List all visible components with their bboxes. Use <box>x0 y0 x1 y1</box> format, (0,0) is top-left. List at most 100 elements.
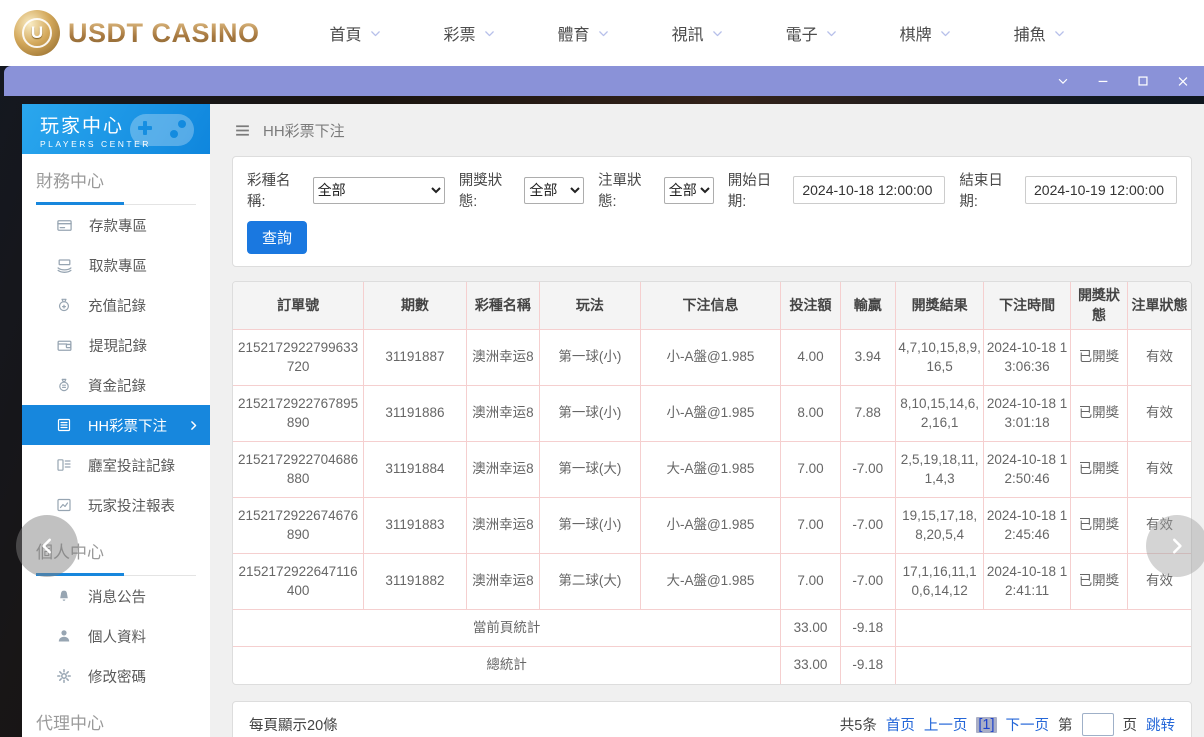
start-date-input[interactable] <box>793 176 946 204</box>
table-header-row: 訂單號 期數 彩種名稱 玩法 下注信息 投注額 輸贏 開獎結果 下注時間 開獎狀態 注單狀態 <box>233 282 1191 331</box>
start-date-label: 開始日期: <box>727 173 772 210</box>
table-cell: 4.00 <box>780 329 841 387</box>
chevron-down-icon <box>825 27 838 40</box>
sidebar-item-資金記錄[interactable]: 資金記錄 <box>22 365 210 405</box>
summary-winloss-total: -9.18 <box>839 646 896 684</box>
window-controls <box>1056 74 1190 88</box>
hamburger-icon[interactable] <box>234 122 251 139</box>
table-cell: 7.00 <box>780 553 841 611</box>
topnav-item-3[interactable]: 視訊 <box>672 21 724 45</box>
order-status-select[interactable]: 全部 <box>663 176 714 204</box>
table-cell: 7.88 <box>839 385 896 443</box>
topnav-item-label: 視訊 <box>671 27 704 44</box>
chevron-down-icon <box>597 27 610 40</box>
table-cell: 2152172922647116400 <box>233 553 365 611</box>
column-header: 訂單號 <box>233 282 365 331</box>
table-cell: 2152172922799633720 <box>233 329 365 387</box>
next-page-link[interactable]: 下一页 <box>1006 714 1050 735</box>
maximize-icon[interactable] <box>1136 74 1150 88</box>
topnav-item-label: 捕魚 <box>1013 27 1046 44</box>
topnav-item-4[interactable]: 電子 <box>786 21 838 45</box>
jump-button[interactable]: 跳转 <box>1146 714 1175 735</box>
table-cell: 有效 <box>1127 441 1191 499</box>
gamepad-icon <box>130 114 194 146</box>
sidebar-item-廳室投註記錄[interactable]: 廳室投註記錄 <box>22 445 210 485</box>
page-jump-input[interactable] <box>1081 713 1114 737</box>
table-cell: 2152172922704686880 <box>233 441 365 499</box>
table-cell: -7.00 <box>839 497 896 555</box>
prev-page-link[interactable]: 上一页 <box>924 714 968 735</box>
sidebar-item-label: 玩家投注報表 <box>88 498 175 515</box>
table-cell: 4,7,10,15,8,9,16,5 <box>894 329 985 387</box>
table-cell: 31191883 <box>363 497 467 555</box>
table-cell: 澳洲幸运8 <box>465 497 541 555</box>
sidebar-item-存款專區[interactable]: 存款專區 <box>22 205 210 245</box>
logo-letter: U <box>22 18 52 48</box>
jump-prefix-label: 第 <box>1058 718 1073 735</box>
column-header: 彩種名稱 <box>465 282 541 331</box>
sidebar-item-label: HH彩票下注 <box>88 418 167 435</box>
brand-logo[interactable]: U USDT CASINO <box>14 10 260 56</box>
sidebar-item-HH彩票下注[interactable]: HH彩票下注 <box>22 405 210 445</box>
close-icon[interactable] <box>1176 74 1190 88</box>
table-cell: 第一球(小) <box>539 329 641 387</box>
table-cell: 小-A盤@1.985 <box>639 497 782 555</box>
minimize-icon[interactable] <box>1096 74 1110 88</box>
withdraw-icon <box>56 257 73 274</box>
table-cell: 已開獎 <box>1069 385 1129 443</box>
sidebar-item-label: 充值記錄 <box>88 298 146 315</box>
topnav-item-1[interactable]: 彩票 <box>444 21 496 45</box>
lottery-name-select[interactable]: 全部 <box>312 176 445 204</box>
table-cell: 第一球(大) <box>539 441 641 499</box>
table-row: 2152172922767895890 31191886 澳洲幸运8 第一球(小) 小-… <box>233 385 1191 443</box>
sidebar-item-label: 修改密碼 <box>88 669 146 686</box>
table-cell: 3.94 <box>839 329 896 387</box>
table-cell: 有效 <box>1127 329 1191 387</box>
sidebar-item-label: 取款專區 <box>89 258 147 275</box>
table-cell: 大-A盤@1.985 <box>639 441 782 499</box>
summary-bet-total: 33.00 <box>780 646 841 684</box>
summary-empty-cell <box>894 609 1191 648</box>
sidebar-item-修改密碼[interactable]: 修改密碼 <box>22 656 210 696</box>
column-header: 期數 <box>363 282 467 331</box>
sidebar-item-消息公告[interactable]: 消息公告 <box>22 576 210 616</box>
draw-status-select[interactable]: 全部 <box>524 176 585 204</box>
password-icon <box>56 668 72 684</box>
page-title: HH彩票下注 <box>263 122 345 140</box>
summary-winloss-total: -9.18 <box>839 609 896 648</box>
sidebar-item-label: 廳室投註記錄 <box>88 458 175 475</box>
topnav-item-5[interactable]: 棋牌 <box>900 21 952 45</box>
hall-record-icon <box>56 457 72 473</box>
topnav-item-0[interactable]: 首頁 <box>330 21 382 45</box>
table-cell: -7.00 <box>839 441 896 499</box>
sidebar-item-個人資料[interactable]: 個人資料 <box>22 616 210 656</box>
topnav-item-2[interactable]: 體育 <box>558 21 610 45</box>
search-button[interactable]: 查詢 <box>247 221 308 254</box>
deposit-icon <box>56 217 73 234</box>
dropdown-chevron-icon[interactable] <box>1056 74 1070 88</box>
column-header: 開獎狀態 <box>1069 282 1129 331</box>
summary-label: 總統計 <box>233 646 782 684</box>
withdraw-record-icon <box>56 337 73 354</box>
expand-right-button[interactable] <box>1146 515 1204 577</box>
sidebar-item-取款專區[interactable]: 取款專區 <box>22 245 210 285</box>
content-area: HH彩票下注 彩種名稱: 全部 開獎狀態: 全部 注單狀態: 全部 開始日期: … <box>210 104 1204 737</box>
table-cell: 澳洲幸运8 <box>465 441 541 499</box>
table-cell: 已開獎 <box>1069 441 1129 499</box>
topnav-item-6[interactable]: 捕魚 <box>1014 21 1066 45</box>
section-underline <box>36 201 196 205</box>
end-date-input[interactable] <box>1025 176 1178 204</box>
page-size-text: 每頁顯示20條 <box>249 718 338 735</box>
sidebar-item-label: 提現記錄 <box>89 338 147 355</box>
column-header: 玩法 <box>539 282 641 331</box>
sidebar-item-提現記錄[interactable]: 提現記錄 <box>22 325 210 365</box>
logo-ball-icon: U <box>14 10 60 56</box>
first-page-link[interactable]: 首页 <box>886 714 915 735</box>
table-cell: 2024-10-18 12:41:11 <box>983 553 1071 611</box>
sidebar-item-label: 個人資料 <box>88 629 146 646</box>
sidebar-item-充值記錄[interactable]: 充值記錄 <box>22 285 210 325</box>
collapse-left-button[interactable] <box>16 515 78 577</box>
topnav-item-label: 棋牌 <box>899 27 932 44</box>
table-cell: 2024-10-18 13:01:18 <box>983 385 1071 443</box>
summary-empty-cell <box>894 646 1191 684</box>
